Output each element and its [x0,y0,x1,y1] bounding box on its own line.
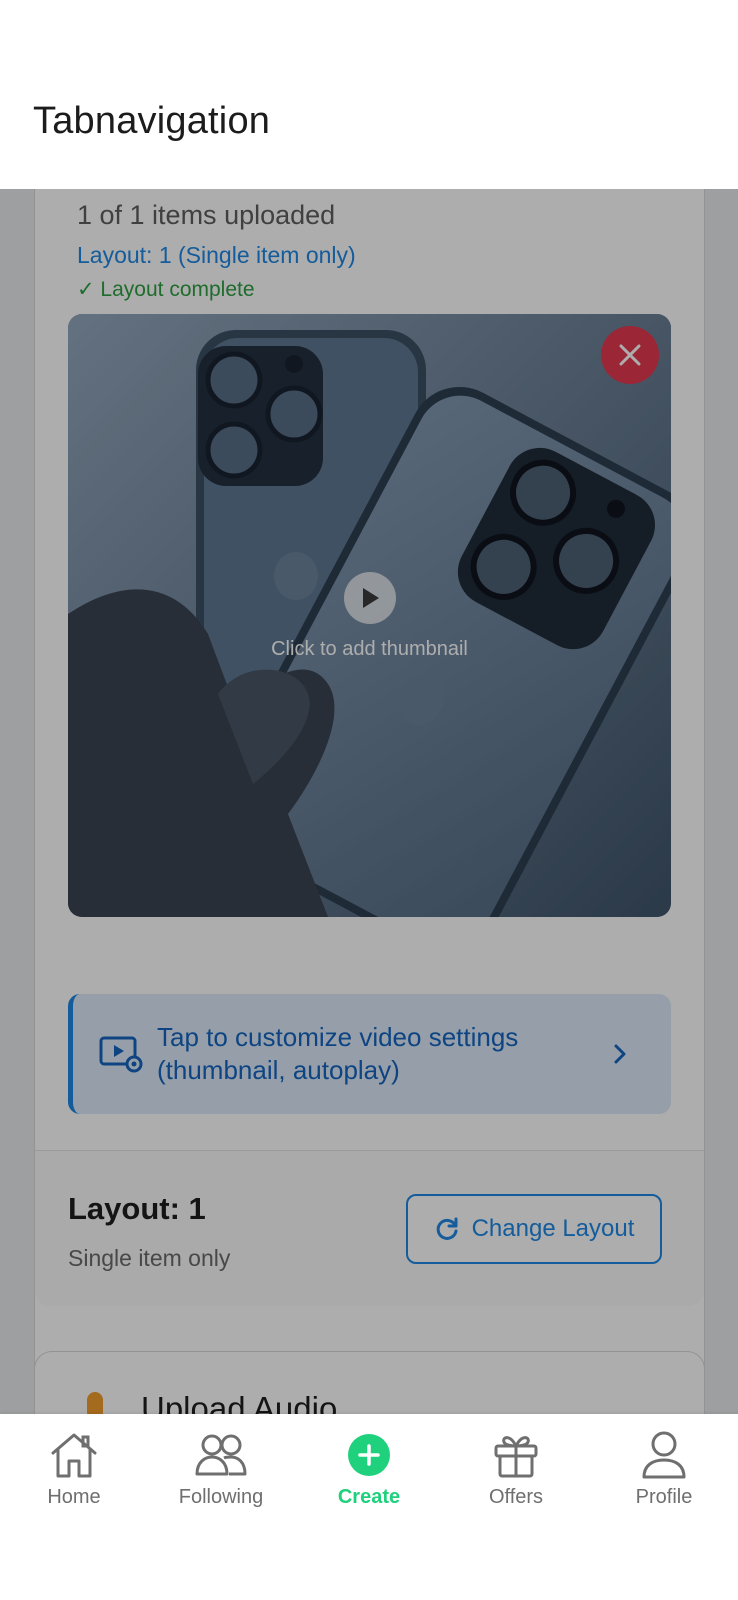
tab-create-label: Create [337,1486,401,1508]
tab-following-label: Following [178,1486,264,1508]
video-settings-text: Tap to customize video settings (thumbna… [157,1022,519,1085]
tab-create[interactable]: Create [295,1428,443,1509]
change-layout-button[interactable]: Change Layout [406,1194,662,1264]
refresh-icon [436,1217,458,1240]
change-layout-label: Change Layout [471,1215,635,1242]
tab-offers[interactable]: Offers [442,1428,590,1509]
layout-footer: Layout: 1 Single item only Change Layout [35,1151,704,1306]
tab-home[interactable]: Home [0,1428,148,1509]
layout-subtitle: Single item only [68,1245,231,1271]
scroll-content[interactable]: 1 of 1 items uploaded Layout: 1 (Single … [0,189,738,1414]
tab-offers-label: Offers [488,1486,544,1508]
video-settings-banner[interactable]: Tap to customize video settings (thumbna… [68,994,671,1114]
close-icon [619,344,641,366]
tab-profile[interactable]: Profile [590,1428,738,1509]
layout-title: Layout: 1 [68,1191,206,1226]
app-header: Tabnavigation [0,0,738,189]
microphone-icon [80,1392,110,1414]
people-icon [195,1434,247,1476]
person-icon [642,1431,686,1479]
home-icon [51,1433,97,1478]
play-icon[interactable] [343,572,396,624]
video-preview[interactable]: Click to add thumbnail [68,314,671,917]
tab-home-label: Home [47,1486,101,1508]
layout-info: Layout: 1 (Single item only) [77,242,356,268]
gift-icon [494,1436,538,1478]
thumbnail-hint: Click to add thumbnail [271,638,468,660]
page-title: Tabnavigation [33,100,271,142]
tab-profile-label: Profile [635,1486,693,1508]
plus-circle-icon [348,1434,390,1476]
upload-audio-title: Upload Audio [141,1390,338,1414]
remove-media-button[interactable] [601,326,659,384]
tab-following[interactable]: Following [147,1428,295,1509]
upload-count: 1 of 1 items uploaded [77,200,336,230]
bottom-tab-bar: Home Following Create Offers Profile [0,1414,738,1600]
video-settings-icon [99,1036,143,1073]
layout-complete-status: ✓ Layout complete [77,278,255,301]
chevron-right-icon [614,1044,626,1064]
add-thumbnail-area[interactable]: Click to add thumbnail [68,572,671,661]
upload-card: 1 of 1 items uploaded Layout: 1 (Single … [34,189,705,1414]
upload-audio-card[interactable]: Upload Audio [34,1351,705,1414]
